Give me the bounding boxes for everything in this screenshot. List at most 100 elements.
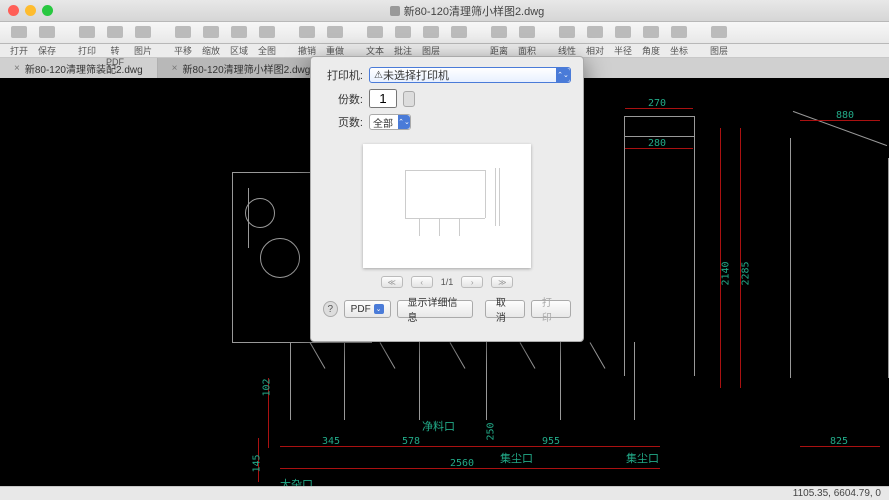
tool-icon [107, 26, 123, 38]
tool-icon [203, 26, 219, 38]
toolbar-button[interactable] [362, 24, 388, 42]
zoom-window-button[interactable] [42, 5, 53, 16]
tool-icon [39, 26, 55, 38]
print-button[interactable]: 打印 [531, 300, 571, 318]
window-titlebar: 新80-120清理筛小样图2.dwg [0, 0, 889, 22]
toolbar-button[interactable] [486, 24, 512, 42]
document-icon [390, 6, 400, 16]
tool-icon [559, 26, 575, 38]
tool-icon [11, 26, 27, 38]
printer-label: 打印机: [323, 67, 363, 83]
toolbar-button[interactable] [390, 24, 416, 42]
tool-icon [671, 26, 687, 38]
document-tab[interactable]: ×新80-120清理筛装配2.dwg [0, 58, 158, 78]
copies-input[interactable] [369, 89, 397, 108]
close-tab-icon[interactable]: × [172, 63, 178, 74]
pages-select[interactable]: 全部 ⌃⌄ [369, 114, 411, 130]
dimension-label: 825 [830, 436, 848, 447]
close-window-button[interactable] [8, 5, 19, 16]
cursor-coordinates: 1105.35, 6604.79, 0 [793, 488, 881, 499]
tool-icon [491, 26, 507, 38]
minimize-window-button[interactable] [25, 5, 36, 16]
copies-stepper[interactable] [403, 91, 415, 107]
dimension-label: 280 [648, 138, 666, 149]
tool-icon [451, 26, 467, 38]
toolbar-button[interactable] [254, 24, 280, 42]
tool-icon [367, 26, 383, 38]
print-dialog: 打印机: ⚠ 未选择打印机 ⌃⌄ 份数: 页数: 全部 ⌃⌄ [310, 56, 584, 342]
toolbar-label: 角度 [638, 44, 664, 57]
tool-icon [327, 26, 343, 38]
toolbar-label: 图层 [706, 44, 732, 57]
print-preview [363, 144, 531, 268]
toolbar-button[interactable] [554, 24, 580, 42]
chevron-updown-icon: ⌃⌄ [398, 115, 410, 129]
dimension-label: 250 [486, 422, 497, 440]
prev-page-button[interactable]: ‹ [411, 276, 433, 288]
dimension-label: 880 [836, 110, 854, 121]
toolbar-label: 相对 [582, 44, 608, 57]
chevron-down-icon: ⌄ [374, 304, 384, 314]
dimension-label: 955 [542, 436, 560, 447]
toolbar-button[interactable] [582, 24, 608, 42]
toolbar-button[interactable] [638, 24, 664, 42]
toolbar-button[interactable] [102, 24, 128, 42]
tool-icon [79, 26, 95, 38]
toolbar-label: 半径 [610, 44, 636, 57]
toolbar-button[interactable] [34, 24, 60, 42]
toolbar-button[interactable] [706, 24, 732, 42]
toolbar-label: 坐标 [666, 44, 692, 57]
tool-icon [423, 26, 439, 38]
toolbar-button[interactable] [130, 24, 156, 42]
cad-label: 净料口 [422, 418, 455, 434]
pdf-dropdown-button[interactable]: PDF ⌄ [344, 300, 391, 318]
dimension-label: 102 [262, 378, 273, 396]
tool-icon [711, 26, 727, 38]
document-tab[interactable]: ×新80-120清理筛小样图2.dwg [158, 58, 326, 78]
dimension-label: 345 [322, 436, 340, 447]
dimension-label: 270 [648, 98, 666, 109]
toolbar-button[interactable] [514, 24, 540, 42]
traffic-lights [8, 5, 53, 16]
show-details-button[interactable]: 显示详细信息 [397, 300, 473, 318]
toolbar-button[interactable] [666, 24, 692, 42]
tool-icon [259, 26, 275, 38]
last-page-button[interactable]: ≫ [491, 276, 513, 288]
window-title: 新80-120清理筛小样图2.dwg [53, 3, 881, 19]
cancel-button[interactable]: 取消 [485, 300, 525, 318]
toolbar-button[interactable] [6, 24, 32, 42]
first-page-button[interactable]: ≪ [381, 276, 403, 288]
toolbar-label: 打开 [6, 44, 32, 57]
cad-label: 大杂口 [280, 476, 313, 486]
tool-icon [175, 26, 191, 38]
tool-icon [395, 26, 411, 38]
toolbar-label: 打印 [74, 44, 100, 57]
toolbar-button[interactable] [418, 24, 444, 42]
printer-select[interactable]: ⚠ 未选择打印机 ⌃⌄ [369, 67, 571, 83]
toolbar-button[interactable] [74, 24, 100, 42]
page-indicator: 1/1 [441, 277, 454, 287]
toolbar-button[interactable] [170, 24, 196, 42]
tool-icon [643, 26, 659, 38]
toolbar-button[interactable] [322, 24, 348, 42]
tool-icon [519, 26, 535, 38]
toolbar-button[interactable] [226, 24, 252, 42]
dimension-label: 578 [402, 436, 420, 447]
next-page-button[interactable]: › [461, 276, 483, 288]
toolbar-button[interactable] [294, 24, 320, 42]
toolbar-label: 全图 [254, 44, 280, 57]
toolbar-label: 区域 [226, 44, 252, 57]
toolbar-button[interactable] [198, 24, 224, 42]
dimension-label: 145 [252, 454, 263, 472]
tool-icon [299, 26, 315, 38]
toolbar-label: 保存 [34, 44, 60, 57]
toolbar-label: 转PDF [102, 44, 128, 57]
toolbar-button[interactable] [446, 24, 472, 42]
tool-icon [615, 26, 631, 38]
tool-icon [587, 26, 603, 38]
dimension-label: 2285 [741, 261, 752, 285]
toolbar-button[interactable] [610, 24, 636, 42]
help-button[interactable]: ? [323, 301, 338, 317]
copies-label: 份数: [323, 91, 363, 107]
close-tab-icon[interactable]: × [14, 63, 20, 74]
